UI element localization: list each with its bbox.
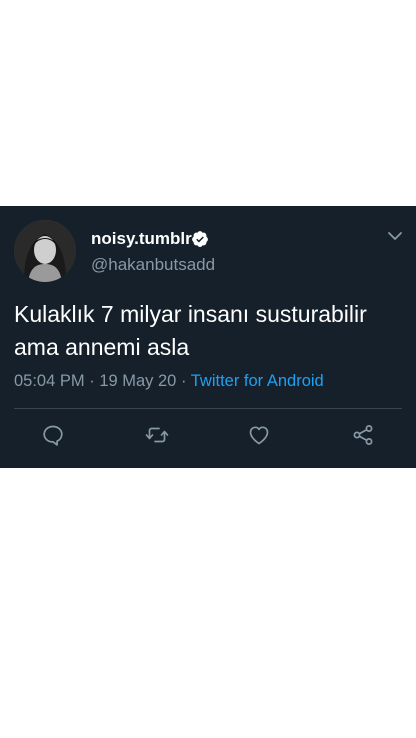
tweet-date[interactable]: 19 May 20 bbox=[99, 372, 176, 390]
tweet-source-link[interactable]: Twitter for Android bbox=[191, 372, 324, 390]
avatar-image bbox=[14, 220, 76, 282]
reply-icon bbox=[43, 425, 63, 446]
retweet-icon bbox=[145, 427, 169, 443]
like-button[interactable] bbox=[247, 423, 271, 447]
tweet-text: Kulaklık 7 milyar insanı susturabilir am… bbox=[14, 301, 367, 360]
share-icon bbox=[353, 425, 373, 445]
tweet-card: noisy.tumblr @hakanbutsadd Kulaklık 7 mi… bbox=[0, 206, 416, 468]
chevron-down-icon[interactable] bbox=[387, 230, 403, 242]
display-name[interactable]: noisy.tumblr bbox=[91, 229, 192, 249]
meta-separator: · bbox=[180, 372, 187, 390]
avatar[interactable] bbox=[14, 220, 76, 282]
meta-separator: · bbox=[89, 372, 95, 390]
heart-icon bbox=[249, 426, 269, 445]
tweet-time[interactable]: 05:04 PM bbox=[14, 372, 85, 390]
reply-button[interactable] bbox=[41, 423, 65, 447]
user-handle[interactable]: @hakanbutsadd bbox=[91, 255, 215, 275]
retweet-button[interactable] bbox=[145, 423, 169, 447]
divider bbox=[14, 408, 402, 409]
share-button[interactable] bbox=[351, 423, 375, 447]
verified-badge-icon bbox=[192, 231, 208, 247]
tweet-meta: 05:04 PM · 19 May 20 · Twitter for Andro… bbox=[14, 372, 324, 391]
